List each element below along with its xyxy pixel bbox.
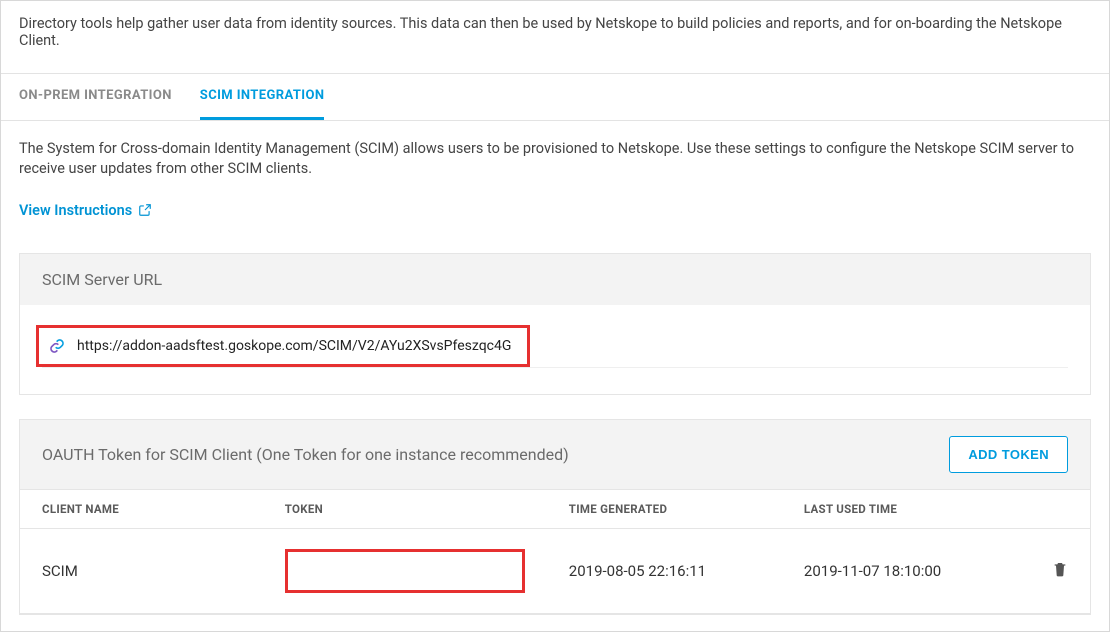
tabs: ON-PREM INTEGRATION SCIM INTEGRATION [1,74,1109,121]
col-last-used: LAST USED TIME [782,489,1026,528]
scim-server-url-title: SCIM Server URL [20,254,1090,305]
cell-time-generated: 2019-08-05 22:16:11 [547,528,782,613]
oauth-token-title: OAUTH Token for SCIM Client (One Token f… [42,445,569,464]
scim-server-url-panel: SCIM Server URL https://addon-aadsftest.… [19,253,1091,395]
scim-url-highlight: https://addon-aadsftest.goskope.com/SCIM… [36,325,530,367]
col-token: TOKEN [263,489,547,528]
table-row: SCIM 2019-08-05 22:16:11 2019-11-07 18:1… [20,528,1090,613]
delete-token-button[interactable] [1026,528,1090,613]
oauth-token-table: CLIENT NAME TOKEN TIME GENERATED LAST US… [20,489,1090,614]
view-instructions-label: View Instructions [19,202,132,219]
token-highlight-box [285,549,525,593]
oauth-token-panel: OAUTH Token for SCIM Client (One Token f… [19,419,1091,615]
scim-server-url-body: https://addon-aadsftest.goskope.com/SCIM… [20,305,1090,394]
page-container: Directory tools help gather user data fr… [0,0,1110,632]
external-link-icon [138,203,152,217]
col-actions [1026,489,1090,528]
oauth-token-header: OAUTH Token for SCIM Client (One Token f… [20,420,1090,489]
tab-scim-integration[interactable]: SCIM INTEGRATION [200,74,325,120]
view-instructions-link[interactable]: View Instructions [1,180,170,237]
tab-on-prem-integration[interactable]: ON-PREM INTEGRATION [19,74,172,120]
add-token-button[interactable]: ADD TOKEN [949,436,1068,473]
trash-icon [1052,560,1068,578]
table-header-row: CLIENT NAME TOKEN TIME GENERATED LAST US… [20,489,1090,528]
cell-token [263,528,547,613]
col-client-name: CLIENT NAME [20,489,263,528]
scim-server-url-row: https://addon-aadsftest.goskope.com/SCIM… [42,331,1068,368]
link-icon [49,338,65,354]
scim-server-url-value: https://addon-aadsftest.goskope.com/SCIM… [77,338,511,354]
scim-description: The System for Cross-domain Identity Man… [1,121,1109,180]
cell-last-used: 2019-11-07 18:10:00 [782,528,1026,613]
col-time-generated: TIME GENERATED [547,489,782,528]
intro-text: Directory tools help gather user data fr… [1,1,1109,74]
cell-client-name: SCIM [20,528,263,613]
